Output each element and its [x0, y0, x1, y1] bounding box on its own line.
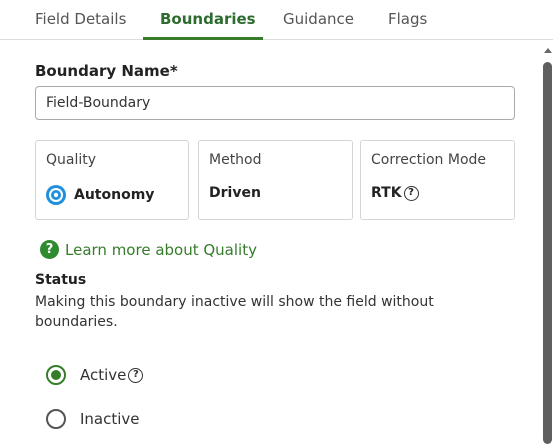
correction-mode-value-row: RTK ?: [371, 185, 419, 201]
status-option-active[interactable]: Active ?: [46, 365, 144, 385]
help-icon: ?: [40, 240, 59, 259]
radio-active[interactable]: [46, 365, 66, 385]
radio-active-label: Active: [80, 366, 127, 384]
radio-inactive[interactable]: [46, 409, 66, 429]
quality-card: Quality Autonomy: [35, 140, 189, 220]
status-description: Making this boundary inactive will show …: [35, 294, 434, 330]
active-tab-indicator: [143, 37, 263, 40]
tab-boundaries[interactable]: Boundaries: [160, 10, 256, 28]
method-card: Method Driven: [198, 140, 353, 220]
boundary-name-input[interactable]: [35, 86, 515, 120]
quality-value: Autonomy: [74, 187, 155, 203]
help-icon[interactable]: ?: [403, 185, 419, 201]
tab-guidance[interactable]: Guidance: [283, 10, 354, 28]
correction-mode-value: RTK: [371, 185, 402, 201]
method-title: Method: [209, 152, 262, 168]
scroll-up-arrow-icon[interactable]: [544, 48, 552, 53]
quality-value-row: Autonomy: [46, 185, 154, 205]
status-option-inactive[interactable]: Inactive: [46, 409, 140, 429]
correction-mode-title: Correction Mode: [371, 152, 487, 168]
method-value: Driven: [209, 185, 261, 201]
learn-more-quality-link[interactable]: ? Learn more about Quality: [40, 240, 257, 259]
boundary-name-label: Boundary Name*: [35, 62, 178, 80]
scrollbar[interactable]: [542, 40, 553, 444]
status-label: Status: [35, 272, 87, 288]
learn-more-label: Learn more about Quality: [65, 240, 257, 259]
radio-inactive-label: Inactive: [80, 410, 140, 428]
correction-mode-card: Correction Mode RTK ?: [360, 140, 515, 220]
quality-title: Quality: [46, 152, 97, 168]
autonomy-icon: [46, 185, 66, 205]
help-icon[interactable]: ?: [128, 367, 144, 383]
tab-field-details[interactable]: Field Details: [35, 10, 126, 28]
tab-flags[interactable]: Flags: [388, 10, 427, 28]
scroll-thumb[interactable]: [543, 62, 552, 444]
method-value-row: Driven: [209, 185, 261, 201]
tab-bar: Field Details Boundaries Guidance Flags: [0, 0, 553, 40]
